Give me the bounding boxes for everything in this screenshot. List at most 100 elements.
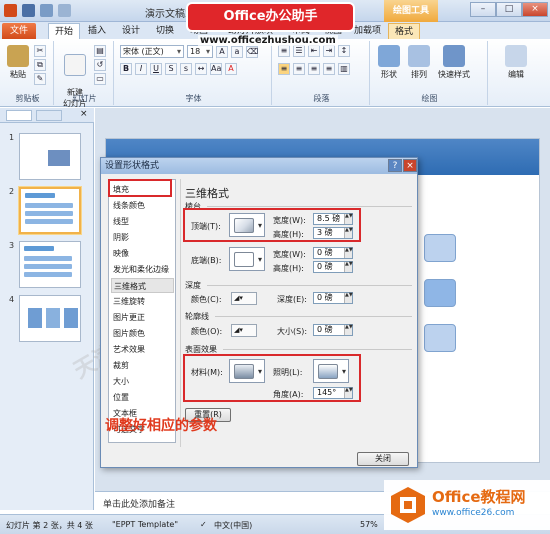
align-left-icon[interactable]: ≡ [278, 63, 290, 75]
tab-file[interactable]: 文件 [2, 23, 36, 39]
depth-color-label: 颜色(C): [191, 295, 222, 304]
shadow-text-icon[interactable]: s [180, 63, 192, 75]
cut-icon[interactable]: ✂ [34, 45, 46, 57]
change-case-icon[interactable]: Aa [210, 63, 222, 75]
slide-shape[interactable] [424, 324, 456, 352]
font-color-icon[interactable]: A [225, 63, 237, 75]
dialog-help-button[interactable]: ? [388, 159, 402, 172]
depth-color-button[interactable]: ◢▾ [231, 292, 257, 305]
nav-item-shadow[interactable]: 阴影 [111, 230, 174, 245]
highlight-bevel [183, 208, 361, 242]
slide-thumbnail-3[interactable] [19, 241, 81, 288]
close-pane-icon[interactable]: × [80, 109, 88, 119]
slide-number: 2 [9, 187, 15, 196]
nav-item-picture-color[interactable]: 图片颜色 [111, 326, 174, 341]
undo-icon[interactable] [40, 4, 53, 17]
tab-slides-view[interactable] [6, 110, 32, 121]
bevel-bottom-height-input[interactable]: 0 磅 ▲▼ [313, 261, 353, 273]
status-theme: "EPPT Template" [112, 520, 178, 529]
depth-input[interactable]: 0 磅 ▲▼ [313, 292, 353, 304]
close-button[interactable]: 关闭 [357, 452, 409, 466]
clipboard-small-buttons: ✂ ⧉ ✎ [34, 45, 46, 85]
line-spacing-icon[interactable]: ↕ [338, 45, 350, 57]
shapes-button[interactable]: 形状 [376, 45, 402, 80]
nav-item-picture-corrections[interactable]: 图片更正 [111, 310, 174, 325]
font-name-combo[interactable]: 宋体 (正文) [120, 45, 184, 58]
drawing-tools-tab[interactable]: 绘图工具 [384, 0, 438, 22]
slide-thumbnail-1[interactable] [19, 133, 81, 180]
justify-icon[interactable]: ≡ [323, 63, 335, 75]
tab-insert[interactable]: 插入 [82, 23, 112, 39]
nav-item-crop[interactable]: 裁剪 [111, 358, 174, 373]
bullets-icon[interactable]: ≡ [278, 45, 290, 57]
nav-item-artistic-effects[interactable]: 艺术效果 [111, 342, 174, 357]
align-center-icon[interactable]: ≡ [293, 63, 305, 75]
nav-item-glow[interactable]: 发光和柔化边缘 [111, 262, 174, 277]
nav-item-3d-rotation[interactable]: 三维旋转 [111, 294, 174, 309]
strikethrough-icon[interactable]: S [165, 63, 177, 75]
group-drawing: 形状 排列 快速样式 绘图 [372, 41, 488, 105]
logo-url: www.office26.com [432, 508, 515, 518]
nav-item-reflection[interactable]: 映像 [111, 246, 174, 261]
layout-icon[interactable]: ▤ [94, 45, 106, 57]
slide-shape[interactable] [424, 234, 456, 262]
shrink-font-icon[interactable]: a [231, 45, 243, 58]
quick-styles-button[interactable]: 快速样式 [434, 45, 474, 80]
spacing-icon[interactable]: ↔ [195, 63, 207, 75]
tab-transitions[interactable]: 切换 [150, 23, 180, 39]
bevel-bottom-dropdown[interactable]: ▾ [229, 247, 265, 271]
slide-number: 1 [9, 133, 15, 142]
depth-label: 深度(E): [277, 295, 307, 304]
contour-color-button[interactable]: ◢▾ [231, 324, 257, 337]
nav-item-line-color[interactable]: 线条颜色 [111, 198, 174, 213]
tab-design[interactable]: 设计 [116, 23, 146, 39]
slide-thumbnail-2[interactable] [19, 187, 81, 234]
paste-button[interactable]: 粘贴 [6, 45, 30, 80]
paste-icon [7, 45, 29, 67]
editing-button[interactable]: 编辑 [502, 45, 530, 80]
quick-access-toolbar [4, 4, 71, 17]
font-size-combo[interactable]: 18 [187, 45, 213, 58]
minimize-button[interactable]: – [470, 2, 496, 17]
contour-size-label: 大小(S): [277, 327, 308, 336]
clear-format-icon[interactable]: ⌫ [246, 45, 258, 58]
align-right-icon[interactable]: ≡ [308, 63, 320, 75]
slide-number: 4 [9, 295, 15, 304]
bold-icon[interactable]: B [120, 63, 132, 75]
copy-icon[interactable]: ⧉ [34, 59, 46, 71]
arrange-button[interactable]: 排列 [406, 45, 432, 80]
annotation-hint: 调整好相应的参数 [105, 418, 217, 434]
tab-home[interactable]: 开始 [48, 23, 81, 39]
bevel-bottom-width-input[interactable]: 0 磅 ▲▼ [313, 247, 353, 259]
panel-title: 三维格式 [185, 187, 229, 200]
numbering-icon[interactable]: ☰ [293, 45, 305, 57]
increase-indent-icon[interactable]: ⇥ [323, 45, 335, 57]
grow-font-icon[interactable]: A [216, 45, 228, 58]
decrease-indent-icon[interactable]: ⇤ [308, 45, 320, 57]
save-icon[interactable] [22, 4, 35, 17]
slide-thumbnail-4[interactable] [19, 295, 81, 342]
section-icon[interactable]: ▭ [94, 73, 106, 85]
redo-icon[interactable] [58, 4, 71, 17]
nav-item-size[interactable]: 大小 [111, 374, 174, 389]
spell-check-icon[interactable]: ✓ [200, 520, 207, 529]
nav-item-position[interactable]: 位置 [111, 390, 174, 405]
format-painter-icon[interactable]: ✎ [34, 73, 46, 85]
slide-shape[interactable] [424, 279, 456, 307]
app-icon[interactable] [4, 4, 17, 17]
italic-icon[interactable]: I [135, 63, 147, 75]
office-tutorial-logo: Office教程网 www.office26.com [384, 480, 550, 530]
nav-item-3d-format[interactable]: 三维格式 [111, 278, 174, 293]
tab-outline-view[interactable] [36, 110, 62, 121]
tab-addins[interactable]: 加载项 [348, 23, 387, 39]
underline-icon[interactable]: U [150, 63, 162, 75]
tab-format[interactable]: 格式 [388, 23, 421, 39]
columns-icon[interactable]: ▥ [338, 63, 350, 75]
dialog-close-x-button[interactable]: × [403, 159, 417, 172]
reset-icon[interactable]: ↺ [94, 59, 106, 71]
maximize-button[interactable]: □ [496, 2, 522, 17]
contour-size-input[interactable]: 0 磅 ▲▼ [313, 324, 353, 336]
nav-item-line-style[interactable]: 线型 [111, 214, 174, 229]
close-window-button[interactable]: × [522, 2, 548, 17]
group-font: 宋体 (正文) 18 A a ⌫ B I U S s ↔ Aa A 字体 [116, 41, 272, 105]
